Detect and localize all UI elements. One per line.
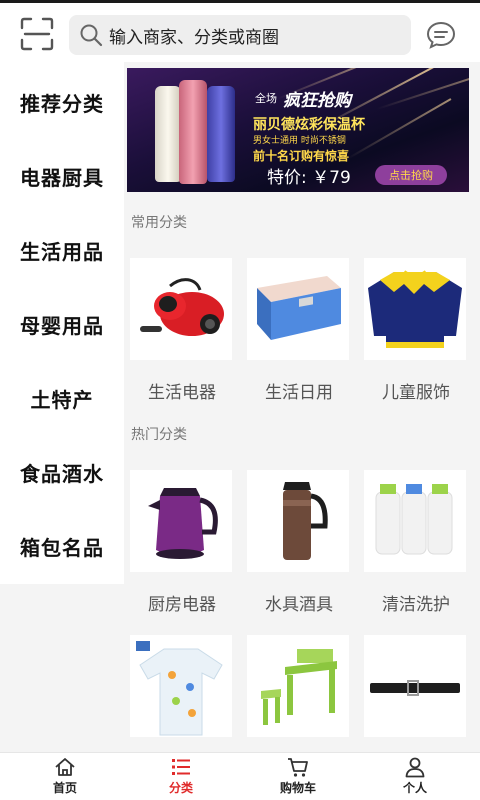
search-input[interactable]: 输入商家、分类或商圈 — [69, 15, 411, 55]
sidebar-item-label: 母婴用品 — [20, 313, 104, 338]
category-content: 全场 疯狂抢购 丽贝德炫彩保温杯 男女士通用 时尚不锈钢 前十名订购有惊喜 特价… — [124, 62, 480, 752]
banner-title: 疯狂抢购 — [283, 91, 351, 111]
sidebar-filler — [0, 584, 124, 752]
list-icon — [172, 759, 190, 775]
sidebar-item-recommended[interactable]: 推荐分类 — [0, 65, 124, 139]
section-title-common: 常用分类 — [131, 215, 187, 231]
section-title-hot: 热门分类 — [131, 427, 187, 443]
tab-home[interactable]: 首页 — [15, 753, 115, 800]
tab-category[interactable]: 分类 — [131, 753, 231, 800]
sweater-image — [364, 258, 466, 360]
sidebar-item-daily-goods[interactable]: 生活用品 — [0, 213, 124, 287]
home-icon — [55, 758, 75, 776]
category-item-belts[interactable] — [364, 635, 468, 737]
sidebar-item-appliances[interactable]: 电器厨具 — [0, 139, 124, 213]
tab-label: 分类 — [168, 781, 193, 795]
banner-promo: 前十名订购有惊喜 — [253, 149, 350, 163]
tab-profile[interactable]: 个人 — [365, 753, 465, 800]
thermos-image — [247, 470, 349, 572]
top-bar: 输入商家、分类或商圈 — [0, 0, 480, 62]
sidebar-item-food-drinks[interactable]: 食品酒水 — [0, 435, 124, 509]
bottle-image — [179, 80, 207, 184]
belt-image — [364, 635, 466, 737]
banner-buy-button[interactable]: 点击抢购 — [375, 165, 447, 185]
bottle-image — [155, 86, 181, 182]
tab-label: 首页 — [52, 781, 77, 795]
banner-price: 特价: ￥79 — [267, 168, 351, 188]
sidebar-item-label: 食品酒水 — [20, 461, 104, 486]
category-item-cleaning-care[interactable]: 清洁洗护 — [364, 470, 468, 615]
search-placeholder: 输入商家、分类或商圈 — [109, 27, 279, 48]
sidebar-item-bags[interactable]: 箱包名品 — [0, 509, 124, 583]
sidebar-item-label: 生活用品 — [20, 239, 104, 264]
banner-sub: 全场 — [255, 92, 277, 105]
sidebar-item-local-specialty[interactable]: 土特产 — [0, 361, 124, 435]
item-label: 生活日用 — [265, 383, 333, 403]
category-item-kitchen-appliances[interactable]: 厨房电器 — [130, 470, 234, 615]
person-icon — [405, 757, 425, 778]
item-label: 厨房电器 — [148, 595, 216, 615]
storage-box-image — [247, 258, 349, 360]
banner-streak — [376, 74, 469, 110]
tab-label: 个人 — [402, 781, 427, 795]
bottle-image — [207, 86, 235, 182]
category-item-kids-clothing[interactable]: 儿童服饰 — [364, 258, 468, 403]
tab-label: 购物车 — [279, 781, 316, 795]
item-label: 儿童服饰 — [382, 383, 450, 403]
category-item-daily-use[interactable]: 生活日用 — [247, 258, 351, 403]
item-label: 生活电器 — [148, 383, 216, 403]
cart-icon — [288, 758, 308, 777]
promo-banner[interactable]: 全场 疯狂抢购 丽贝德炫彩保温杯 男女士通用 时尚不锈钢 前十名订购有惊喜 特价… — [127, 68, 469, 192]
banner-tagline: 男女士通用 时尚不锈钢 — [253, 136, 346, 146]
sidebar-item-label: 箱包名品 — [20, 535, 104, 560]
banner-product: 丽贝德炫彩保温杯 — [253, 117, 365, 133]
kettle-image — [130, 470, 232, 572]
bottom-nav: 首页 分类 购物车 个人 — [0, 752, 480, 800]
category-item-drinkware[interactable]: 水具酒具 — [247, 470, 351, 615]
category-item-baby-wear[interactable] — [130, 635, 234, 737]
search-icon — [80, 24, 103, 47]
scan-icon[interactable] — [20, 17, 54, 51]
sidebar-item-label: 电器厨具 — [20, 165, 104, 190]
desk-image — [247, 635, 349, 737]
item-label: 水具酒具 — [265, 595, 333, 615]
message-icon[interactable] — [426, 21, 456, 49]
vacuum-image — [130, 258, 232, 360]
sidebar-item-baby[interactable]: 母婴用品 — [0, 287, 124, 361]
category-item-life-appliances[interactable]: 生活电器 — [130, 258, 234, 403]
category-sidebar: 推荐分类 电器厨具 生活用品 母婴用品 土特产 食品酒水 箱包名品 — [0, 62, 124, 584]
tab-cart[interactable]: 购物车 — [248, 753, 348, 800]
item-label: 清洁洗护 — [382, 595, 450, 615]
sidebar-item-label: 推荐分类 — [20, 91, 104, 116]
bottles-image — [364, 470, 466, 572]
category-item-kids-furniture[interactable] — [247, 635, 351, 737]
sidebar-item-label: 土特产 — [30, 387, 94, 412]
onesie-image — [130, 635, 232, 737]
